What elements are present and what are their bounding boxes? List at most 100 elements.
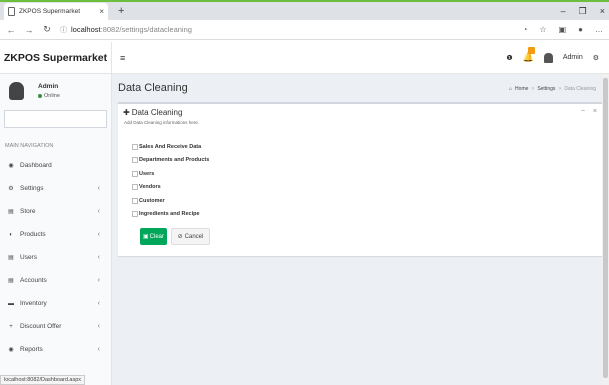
- option-vendors[interactable]: Vendors: [132, 181, 209, 195]
- option-label: Ingredients and Recipe: [139, 211, 200, 218]
- profile-icon[interactable]: ●: [578, 25, 583, 34]
- inventory-icon: ▬: [8, 300, 14, 307]
- sidebar-item-store[interactable]: ▤ Store ‹: [0, 200, 112, 223]
- page-icon: [8, 7, 15, 16]
- favorites-icon[interactable]: ☆: [539, 25, 546, 34]
- tab-close-icon[interactable]: ×: [99, 7, 104, 16]
- sidebar-item-reports[interactable]: ◉ Reports ‹: [0, 338, 112, 361]
- new-tab-button[interactable]: +: [118, 3, 124, 19]
- chevron-left-icon: ‹: [97, 231, 100, 238]
- read-aloud-icon[interactable]: ◔: [523, 25, 528, 34]
- minimize-button[interactable]: –: [561, 3, 566, 19]
- sidebar-item-inventory[interactable]: ▬ Inventory ‹: [0, 292, 112, 315]
- sidebar-user-name: Admin: [38, 83, 59, 90]
- option-label: Users: [139, 170, 155, 177]
- sidebar-item-discount-offer[interactable]: + Discount Offer ‹: [0, 315, 112, 338]
- data-cleaning-box: ✚ Data Cleaning Add Data Cleaning inform…: [118, 102, 603, 256]
- main-content: Data Cleaning ⌂ Home > Settings > Data C…: [112, 74, 603, 385]
- more-icon[interactable]: …: [595, 25, 603, 34]
- cancel-icon: ⊘: [177, 234, 183, 240]
- browser-toolbar-icons: ◔ ☆ ▣ ● …: [523, 25, 603, 34]
- box-title-text: Data Cleaning: [131, 108, 183, 117]
- sidebar-item-label: Products: [20, 231, 46, 238]
- clear-button-label: Clear: [149, 233, 164, 240]
- reload-button[interactable]: ↻: [40, 24, 54, 35]
- chevron-left-icon: ‹: [97, 346, 100, 353]
- url-field[interactable]: ⓘ localhost :8082/settings/datacleaning: [60, 25, 192, 35]
- scrollbar-thumb[interactable]: [603, 78, 608, 378]
- brand-logo[interactable]: ZKPOS Supermarket: [0, 42, 112, 74]
- breadcrumb-home[interactable]: Home: [515, 86, 528, 92]
- accounts-icon: ▤: [8, 278, 14, 284]
- restore-button[interactable]: ❐: [579, 3, 587, 19]
- close-window-button[interactable]: ×: [600, 3, 605, 19]
- nav-header: MAIN NAVIGATION: [5, 143, 54, 149]
- plus-circle-icon: ✚: [123, 108, 130, 117]
- option-label: Vendors: [139, 184, 161, 191]
- breadcrumb-current: Data Cleaning: [564, 86, 596, 92]
- header-user-name[interactable]: Admin: [563, 54, 583, 61]
- sidebar-item-label: Accounts: [20, 277, 47, 284]
- remove-button[interactable]: ×: [593, 108, 597, 115]
- chevron-left-icon: ‹: [97, 254, 100, 261]
- site-info-icon[interactable]: ⓘ: [60, 25, 67, 35]
- collections-icon[interactable]: ▣: [559, 25, 567, 34]
- checkbox[interactable]: [132, 143, 138, 150]
- chevron-left-icon: ‹: [97, 323, 100, 330]
- option-ingredients-recipe[interactable]: Ingredients and Recipe: [132, 208, 209, 222]
- sidebar-nav: ◉ Dashboard ⚙ Settings ‹ ▤ Store ‹ ◐ Products ‹…: [0, 154, 112, 361]
- option-sales-receive[interactable]: Sales And Receive Data: [132, 140, 209, 154]
- checkbox[interactable]: [132, 157, 138, 164]
- cancel-button[interactable]: ⊘ Cancel: [171, 228, 210, 245]
- users-icon: ▤: [8, 255, 14, 261]
- breadcrumb-separator: >: [558, 86, 562, 92]
- browser-tab[interactable]: ZKPOS Supermarket ×: [4, 3, 108, 20]
- menu-toggle-icon[interactable]: ≡: [120, 53, 125, 63]
- checkbox[interactable]: [132, 170, 138, 177]
- page-scrollbar[interactable]: [602, 74, 609, 385]
- sidebar-item-label: Store: [20, 208, 36, 215]
- settings-gear-icon[interactable]: ⚙: [593, 54, 599, 62]
- checkbox[interactable]: [132, 184, 138, 191]
- box-tools: − ×: [581, 108, 597, 115]
- status-bar-url: localhost:8082/Dashboard.aspx: [0, 375, 86, 385]
- products-icon: ◐: [9, 231, 13, 238]
- option-label: Customer: [139, 197, 165, 204]
- page-title: Data Cleaning: [118, 82, 188, 94]
- settings-icon: ⚙: [8, 186, 14, 192]
- sidebar-search-input[interactable]: [4, 110, 107, 128]
- window-controls: – ❐ ×: [561, 3, 605, 19]
- sidebar-item-settings[interactable]: ⚙ Settings ‹: [0, 177, 112, 200]
- sidebar-item-products[interactable]: ◐ Products ‹: [0, 223, 112, 246]
- checkbox[interactable]: [132, 211, 138, 218]
- sidebar-item-accounts[interactable]: ▤ Accounts ‹: [0, 269, 112, 292]
- chevron-left-icon: ‹: [97, 300, 100, 307]
- user-avatar: [9, 82, 24, 100]
- info-icon[interactable]: ❶: [506, 54, 512, 62]
- reports-icon: ◉: [8, 347, 14, 353]
- chevron-left-icon: ‹: [97, 277, 100, 284]
- forward-button[interactable]: →: [22, 25, 36, 35]
- plus-icon: +: [9, 323, 13, 330]
- option-customer[interactable]: Customer: [132, 194, 209, 208]
- back-button[interactable]: ←: [4, 25, 18, 35]
- option-departments-products[interactable]: Departments and Products: [132, 154, 209, 168]
- dashboard-icon: ◉: [8, 163, 14, 169]
- breadcrumb-settings[interactable]: Settings: [537, 86, 555, 92]
- chevron-left-icon: ‹: [97, 185, 100, 192]
- url-host: localhost: [71, 25, 101, 34]
- cancel-button-label: Cancel: [184, 233, 204, 240]
- collapse-button[interactable]: −: [581, 108, 585, 115]
- sidebar-item-dashboard[interactable]: ◉ Dashboard: [0, 154, 112, 177]
- breadcrumb: ⌂ Home > Settings > Data Cleaning: [509, 86, 596, 92]
- option-label: Sales And Receive Data: [139, 143, 202, 150]
- sidebar-item-label: Settings: [20, 185, 44, 192]
- url-path: :8082/settings/datacleaning: [100, 25, 192, 34]
- notification-bell-icon[interactable]: 🔔: [523, 47, 535, 63]
- checkbox[interactable]: [132, 197, 138, 204]
- tab-title: ZKPOS Supermarket: [19, 8, 81, 15]
- option-users[interactable]: Users: [132, 167, 209, 181]
- user-avatar-small[interactable]: [543, 52, 553, 63]
- sidebar-item-users[interactable]: ▤ Users ‹: [0, 246, 112, 269]
- clear-button[interactable]: ▣ Clear: [140, 228, 167, 245]
